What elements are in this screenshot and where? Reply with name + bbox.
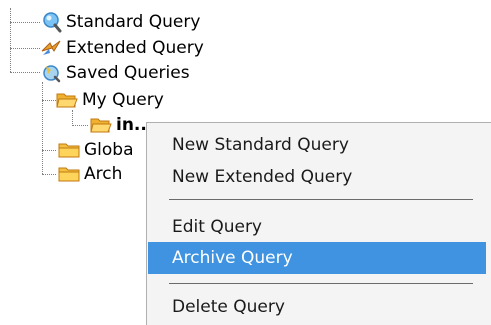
folder-icon — [58, 139, 80, 161]
tree-item-saved-queries[interactable]: Saved Queries — [40, 61, 190, 85]
menu-separator — [169, 199, 473, 200]
tree-item-extended-query[interactable]: Extended Query — [40, 36, 204, 60]
magnifier-icon — [40, 11, 62, 33]
tree-connector — [10, 72, 40, 73]
menu-item-new-extended-query[interactable]: New Extended Query — [148, 161, 486, 193]
tree-item-global-queries[interactable]: Globa — [58, 138, 146, 162]
tree-connector — [42, 174, 56, 175]
tree-connector — [10, 8, 11, 72]
menu-item-delete-query[interactable]: Delete Query — [148, 291, 486, 323]
tree-connector — [10, 22, 40, 23]
tree-item-my-query[interactable]: My Query — [56, 88, 164, 112]
tree-connector — [72, 125, 88, 126]
tree-connector — [42, 100, 56, 101]
open-folder-icon — [56, 89, 78, 111]
tree-connector — [42, 82, 43, 174]
tree-item-selected-query[interactable]: in...i — [90, 113, 146, 137]
context-menu: New Standard Query New Extended Query Ed… — [146, 122, 491, 325]
open-folder-icon — [90, 114, 112, 136]
tree-item-archive[interactable]: Arch — [58, 162, 146, 186]
menu-item-new-standard-query[interactable]: New Standard Query — [148, 129, 486, 161]
menu-item-archive-query[interactable]: Archive Query — [148, 242, 486, 274]
tree-connector — [72, 110, 73, 126]
menu-item-edit-query[interactable]: Edit Query — [148, 211, 486, 243]
menu-separator — [169, 283, 473, 284]
tree-connector — [10, 48, 40, 49]
saved-queries-icon — [40, 62, 62, 84]
arrows-icon — [40, 37, 62, 59]
folder-icon — [58, 163, 80, 185]
tree-connector — [42, 150, 56, 151]
tree-item-standard-query[interactable]: Standard Query — [40, 10, 200, 34]
